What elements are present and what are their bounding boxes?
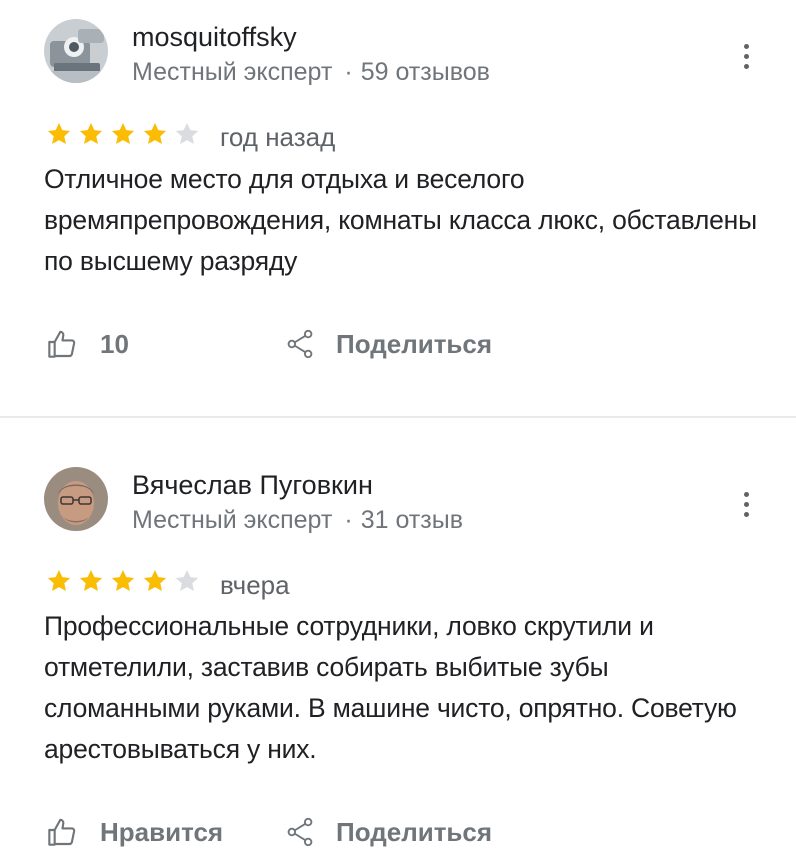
review-text: Отличное место для отдыха и веселого вре…	[44, 164, 757, 276]
review-text: Профессиональные сотрудники, ловко скрут…	[44, 611, 737, 764]
review-count[interactable]: 31 отзыв	[361, 506, 463, 534]
avatar[interactable]	[44, 467, 108, 531]
star-filled-icon	[143, 569, 167, 591]
star-filled-icon	[111, 569, 135, 591]
share-button[interactable]: Поделиться	[286, 328, 492, 360]
star-filled-icon	[143, 122, 167, 144]
meta-separator: ·	[344, 506, 353, 534]
like-label: Нравится	[100, 816, 224, 847]
review-date: вчера	[220, 570, 290, 600]
share-icon	[287, 817, 313, 847]
star-filled-icon	[111, 122, 135, 144]
author-meta: Местный эксперт · 31 отзыв	[132, 506, 463, 535]
share-button[interactable]: Поделиться	[286, 816, 492, 848]
share-icon	[287, 329, 313, 359]
like-button[interactable]: Нравится	[46, 816, 223, 848]
like-button[interactable]: 10	[46, 328, 129, 360]
share-label: Поделиться	[336, 328, 493, 359]
author-name[interactable]: Вячеслав Пуговкин	[132, 470, 373, 501]
star-filled-icon	[47, 569, 71, 591]
thumbs-up-icon	[48, 330, 76, 358]
star-filled-icon	[79, 122, 103, 144]
author-name[interactable]: mosquitoffsky	[132, 22, 297, 53]
star-rating	[46, 119, 206, 149]
star-empty-icon	[175, 569, 199, 591]
star-rating	[46, 566, 206, 596]
like-count: 10	[100, 328, 129, 359]
thumbs-up-icon	[48, 818, 76, 846]
star-filled-icon	[79, 569, 103, 591]
avatar[interactable]	[44, 19, 108, 83]
local-guide-badge: Местный эксперт	[132, 58, 333, 86]
author-meta: Местный эксперт · 59 отзывов	[132, 58, 490, 87]
review-count[interactable]: 59 отзывов	[361, 58, 490, 86]
review-date: год назад	[220, 122, 336, 152]
more-options-icon[interactable]	[736, 44, 756, 74]
share-label: Поделиться	[336, 816, 493, 847]
local-guide-badge: Местный эксперт	[132, 506, 333, 534]
star-empty-icon	[175, 122, 199, 144]
star-filled-icon	[47, 122, 71, 144]
meta-separator: ·	[344, 58, 353, 86]
review-divider	[0, 416, 796, 418]
more-options-icon[interactable]	[736, 492, 756, 522]
